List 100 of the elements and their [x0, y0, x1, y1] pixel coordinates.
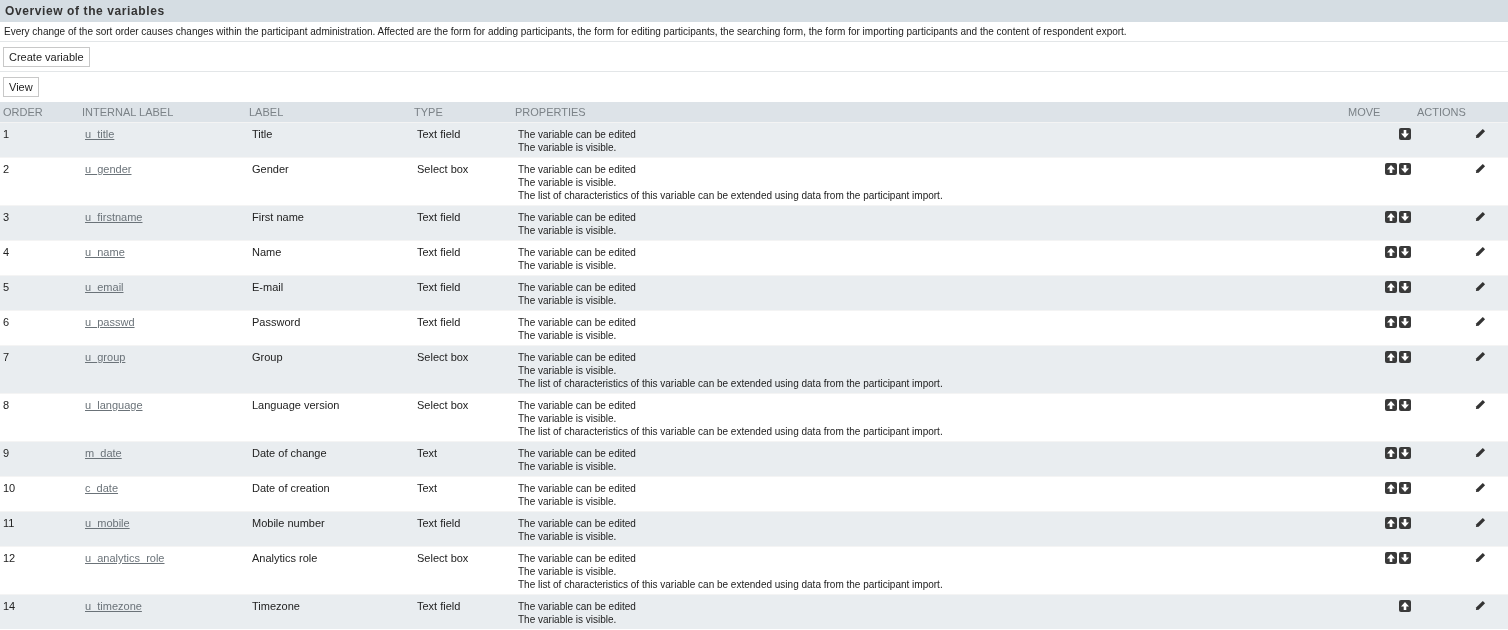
- property-text: The variable can be edited: [518, 399, 637, 412]
- table-cell: 14: [0, 594, 79, 629]
- up-arrow-icon[interactable]: [1385, 246, 1397, 258]
- property-text: The variable can be edited: [518, 447, 637, 460]
- down-arrow-icon[interactable]: [1399, 517, 1411, 529]
- property-text: The variable can be edited: [518, 281, 637, 294]
- table-cell: Timezone: [246, 594, 411, 629]
- table-cell: Date of change: [246, 441, 411, 477]
- property-text: The variable can be edited: [518, 246, 637, 259]
- up-arrow-icon[interactable]: [1385, 517, 1397, 529]
- column-header: MOVE: [1345, 102, 1414, 123]
- table-cell: Text field: [411, 275, 512, 311]
- column-header: PROPERTIES: [512, 102, 1345, 123]
- column-header: TYPE: [411, 102, 512, 123]
- pencil-icon[interactable]: [1475, 482, 1486, 493]
- table-cell: Title: [246, 122, 411, 158]
- pencil-icon[interactable]: [1475, 600, 1486, 611]
- up-arrow-icon[interactable]: [1385, 399, 1397, 411]
- internal-label-link[interactable]: u_language: [85, 399, 143, 411]
- property-text: The variable is visible.: [518, 613, 618, 626]
- table-cell: Text field: [411, 205, 512, 241]
- property-text: The variable can be edited: [518, 211, 637, 224]
- internal-label-link[interactable]: u_firstname: [85, 211, 143, 223]
- internal-label-link[interactable]: u_gender: [85, 163, 132, 175]
- down-arrow-icon[interactable]: [1399, 246, 1411, 258]
- property-text: The variable is visible.: [518, 259, 618, 272]
- internal-label-link[interactable]: u_passwd: [85, 316, 135, 328]
- pencil-icon[interactable]: [1475, 552, 1486, 563]
- up-arrow-icon[interactable]: [1385, 281, 1397, 293]
- pencil-icon[interactable]: [1475, 246, 1486, 257]
- property-text: The variable is visible.: [518, 364, 618, 377]
- table-cell: Group: [246, 345, 411, 394]
- internal-label-link[interactable]: c_date: [85, 482, 119, 494]
- down-arrow-icon[interactable]: [1399, 281, 1411, 293]
- table-cell: 11: [0, 511, 79, 547]
- table-cell: 7: [0, 345, 79, 394]
- internal-label-link[interactable]: m_date: [85, 447, 122, 459]
- pencil-icon[interactable]: [1475, 211, 1486, 222]
- table-cell: E-mail: [246, 275, 411, 311]
- pencil-icon[interactable]: [1475, 316, 1486, 327]
- property-text: The variable is visible.: [518, 565, 618, 578]
- property-text: The variable can be edited: [518, 552, 637, 565]
- up-arrow-icon[interactable]: [1385, 552, 1397, 564]
- down-arrow-icon[interactable]: [1399, 163, 1411, 175]
- table-cell: First name: [246, 205, 411, 241]
- up-arrow-icon[interactable]: [1385, 351, 1397, 363]
- property-text: The list of characteristics of this variable can be extended using data from the participant import.: [518, 578, 944, 591]
- table-cell: Text field: [411, 511, 512, 547]
- internal-label-link[interactable]: u_analytics_role: [85, 552, 165, 564]
- property-text: The variable is visible.: [518, 224, 618, 237]
- down-arrow-icon[interactable]: [1399, 316, 1411, 328]
- property-text: The list of characteristics of this variable can be extended using data from the participant import.: [518, 377, 944, 390]
- internal-label-link[interactable]: u_timezone: [85, 600, 142, 612]
- table-cell: 9: [0, 441, 79, 477]
- internal-label-link[interactable]: u_mobile: [85, 517, 130, 529]
- up-arrow-icon[interactable]: [1385, 211, 1397, 223]
- down-arrow-icon[interactable]: [1399, 211, 1411, 223]
- property-text: The variable is visible.: [518, 176, 618, 189]
- pencil-icon[interactable]: [1475, 517, 1486, 528]
- property-text: The list of characteristics of this variable can be extended using data from the participant import.: [518, 425, 944, 438]
- property-text: The variable is visible.: [518, 294, 618, 307]
- down-arrow-icon[interactable]: [1399, 399, 1411, 411]
- pencil-icon[interactable]: [1475, 163, 1486, 174]
- up-arrow-icon[interactable]: [1399, 600, 1411, 612]
- internal-label-link[interactable]: u_email: [85, 281, 124, 293]
- up-arrow-icon[interactable]: [1385, 482, 1397, 494]
- description-text: Every change of the sort order causes changes within the participant administration. Affected are the form for adding participants, the form for editing participants, the searching form, the form for importing participants and the content of respondent export.: [0, 22, 1508, 42]
- down-arrow-icon[interactable]: [1399, 482, 1411, 494]
- property-text: The variable can be edited: [518, 482, 637, 495]
- pencil-icon[interactable]: [1475, 128, 1486, 139]
- property-text: The variable can be edited: [518, 517, 637, 530]
- column-header: LABEL: [246, 102, 411, 123]
- table-cell: Select box: [411, 345, 512, 394]
- down-arrow-icon[interactable]: [1399, 552, 1411, 564]
- view-button[interactable]: View: [3, 77, 39, 97]
- down-arrow-icon[interactable]: [1399, 351, 1411, 363]
- pencil-icon[interactable]: [1475, 351, 1486, 362]
- down-arrow-icon[interactable]: [1399, 128, 1411, 140]
- property-text: The variable can be edited: [518, 351, 637, 364]
- property-text: The variable is visible.: [518, 329, 618, 342]
- table-cell: Text field: [411, 122, 512, 158]
- create-variable-button[interactable]: Create variable: [3, 47, 90, 67]
- internal-label-link[interactable]: u_name: [85, 246, 125, 258]
- up-arrow-icon[interactable]: [1385, 163, 1397, 175]
- pencil-icon[interactable]: [1475, 399, 1486, 410]
- internal-label-link[interactable]: u_group: [85, 351, 126, 363]
- up-arrow-icon[interactable]: [1385, 316, 1397, 328]
- property-text: The variable is visible.: [518, 412, 618, 425]
- table-cell: 1: [0, 122, 79, 158]
- down-arrow-icon[interactable]: [1399, 447, 1411, 459]
- page-title: Overview of the variables: [5, 4, 165, 18]
- property-text: The variable is visible.: [518, 530, 618, 543]
- table-cell: 5: [0, 275, 79, 311]
- property-text: The variable can be edited: [518, 163, 637, 176]
- table-cell: Text: [411, 441, 512, 477]
- pencil-icon[interactable]: [1475, 447, 1486, 458]
- internal-label-link[interactable]: u_title: [85, 128, 115, 140]
- pencil-icon[interactable]: [1475, 281, 1486, 292]
- column-header: ACTIONS: [1414, 102, 1508, 123]
- up-arrow-icon[interactable]: [1385, 447, 1397, 459]
